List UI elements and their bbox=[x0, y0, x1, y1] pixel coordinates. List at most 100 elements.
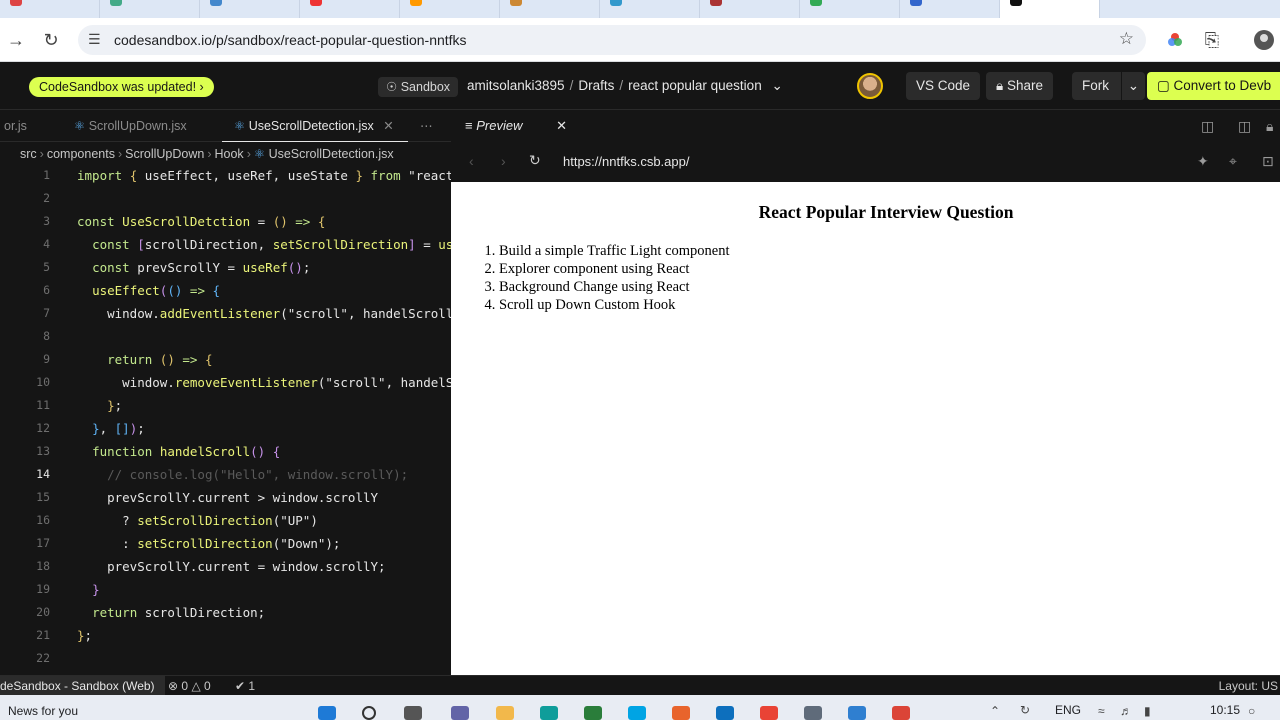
warning-count: 0 bbox=[204, 679, 211, 693]
problems-indicator[interactable]: ⊗ 0 △ 0 bbox=[168, 676, 211, 696]
os-taskbar: News for you ⌃ ↻ ENG ≈ ♬ ▮ 10:15 ○ bbox=[0, 695, 1280, 720]
list-item: Explorer component using React bbox=[499, 260, 730, 278]
windows-start-icon[interactable] bbox=[318, 706, 336, 720]
code-area[interactable]: 1 import { useEffect, useRef, useState } … bbox=[0, 164, 451, 669]
preview-url[interactable]: https://nntfks.csb.app/ bbox=[563, 154, 689, 169]
update-notice-button[interactable]: CodeSandbox was updated! › bbox=[29, 77, 214, 97]
color-wheel-icon[interactable] bbox=[1163, 28, 1187, 52]
browser-tab[interactable] bbox=[100, 0, 200, 18]
breadcrumb-segment[interactable]: src bbox=[20, 147, 37, 161]
preview-frame[interactable]: React Popular Interview Question Build a… bbox=[451, 182, 1280, 675]
site-settings-icon[interactable]: ☰ bbox=[88, 31, 101, 48]
fork-button[interactable]: Fork ⌄ bbox=[1072, 72, 1145, 100]
vscode-icon[interactable] bbox=[848, 706, 866, 720]
chevron-up-icon[interactable]: ⌃ bbox=[990, 704, 1000, 718]
more-tabs-icon[interactable]: ⋯ bbox=[420, 110, 444, 142]
breadcrumb-segment[interactable]: ScrollUpDown bbox=[125, 147, 204, 161]
magic-wand-icon[interactable]: ✦ bbox=[1197, 153, 1209, 170]
refresh-icon[interactable]: ↻ bbox=[1020, 703, 1030, 717]
convert-button[interactable]: ▢ Convert to Devb bbox=[1147, 72, 1280, 100]
language-indicator[interactable]: ENG bbox=[1055, 703, 1081, 717]
split-view-icon[interactable]: ◫ bbox=[1201, 118, 1214, 135]
browser-tab[interactable] bbox=[500, 0, 600, 18]
project-breadcrumb[interactable]: amitsolanki3895/Drafts / react popular que… bbox=[467, 78, 783, 94]
preview-tab[interactable]: ≡ Preview ✕ bbox=[465, 110, 567, 142]
breadcrumb-segment[interactable]: Hook bbox=[215, 147, 244, 161]
lock-icon[interactable]: 🔒︎ bbox=[1266, 118, 1273, 135]
browser-tab-active[interactable] bbox=[1000, 0, 1100, 18]
avatar[interactable] bbox=[857, 73, 883, 99]
extensions-icon[interactable]: ⎘ bbox=[1200, 28, 1224, 52]
breadcrumb-user[interactable]: amitsolanki3895 bbox=[467, 78, 565, 93]
chevron-right-icon: › bbox=[199, 80, 204, 94]
open-external-icon[interactable]: ⊡ bbox=[1262, 153, 1274, 170]
browser-tab[interactable] bbox=[0, 0, 100, 18]
notification-icon[interactable]: ○ bbox=[1248, 704, 1255, 718]
layout-icon[interactable]: ◫ bbox=[1238, 118, 1251, 135]
app-icon[interactable] bbox=[584, 706, 602, 720]
close-icon[interactable]: ✕ bbox=[526, 118, 567, 133]
code-line: 9 return () => { bbox=[43, 352, 213, 367]
bookmark-star-icon[interactable]: ☆ bbox=[1119, 29, 1134, 49]
crosshair-icon[interactable]: ⌖ bbox=[1229, 153, 1237, 170]
file-breadcrumb: src › components › ScrollUpDown › Hook › ⚛ UseSc… bbox=[20, 147, 394, 161]
close-icon[interactable]: ✕ bbox=[377, 119, 393, 133]
preview-tab-label: Preview bbox=[476, 118, 523, 133]
fork-button-label: Fork bbox=[1082, 78, 1109, 93]
settings-icon[interactable] bbox=[804, 706, 822, 720]
browser-tab[interactable] bbox=[200, 0, 300, 18]
back-icon[interactable]: ‹ bbox=[469, 153, 474, 169]
keyboard-layout[interactable]: Layout: US bbox=[1219, 676, 1278, 696]
volume-icon[interactable]: ♬ bbox=[1120, 704, 1132, 718]
vscode-button[interactable]: VS Code bbox=[906, 72, 981, 100]
address-bar[interactable]: ☰ codesandbox.io/p/sandbox/react-popular… bbox=[78, 25, 1146, 55]
browser-tab[interactable] bbox=[900, 0, 1000, 18]
search-icon[interactable] bbox=[362, 706, 376, 720]
forward-icon[interactable]: › bbox=[501, 153, 506, 169]
task-view-icon[interactable] bbox=[404, 706, 422, 720]
breadcrumb-segment[interactable]: UseScrollDetection.jsx bbox=[269, 147, 394, 161]
chevron-down-icon[interactable]: ⌄ bbox=[765, 78, 782, 93]
edge-icon[interactable] bbox=[540, 706, 558, 720]
code-line: 20 return scrollDirection; bbox=[36, 605, 266, 620]
breadcrumb-project[interactable]: react popular question bbox=[628, 78, 762, 93]
editor-tab-active[interactable]: ⚛ UseScrollDetection.jsx ✕ bbox=[222, 110, 408, 142]
editor-tab[interactable]: or.js bbox=[0, 110, 48, 142]
browser-tab[interactable] bbox=[300, 0, 400, 18]
browser-tab[interactable] bbox=[700, 0, 800, 18]
chrome-icon[interactable] bbox=[892, 706, 910, 720]
back-icon[interactable]: → bbox=[4, 28, 28, 52]
share-button-label: Share bbox=[1006, 78, 1043, 93]
file-explorer-icon[interactable] bbox=[496, 706, 514, 720]
skype-icon[interactable] bbox=[628, 706, 646, 720]
clock[interactable]: 10:15 bbox=[1210, 703, 1240, 717]
browser-tab[interactable] bbox=[800, 0, 900, 18]
app-icon[interactable] bbox=[760, 706, 778, 720]
status-sandbox-label[interactable]: deSandbox - Sandbox (Web) bbox=[0, 676, 165, 695]
code-line: 6 useEffect(() => { bbox=[43, 283, 221, 298]
reload-icon[interactable]: ↻ bbox=[39, 28, 63, 52]
chevron-down-icon[interactable]: ⌄ bbox=[1120, 72, 1139, 100]
app-icon[interactable] bbox=[672, 706, 690, 720]
news-widget[interactable]: News for you bbox=[8, 704, 78, 718]
profile-avatar[interactable] bbox=[1252, 28, 1276, 52]
port-icon: ✔ bbox=[235, 679, 246, 693]
editor-tab[interactable]: ⚛ ScrollUpDown.jsx bbox=[60, 110, 218, 142]
sandbox-badge-label: Sandbox bbox=[400, 80, 451, 94]
breadcrumb-folder[interactable]: Drafts bbox=[578, 78, 614, 93]
share-button[interactable]: 🔒︎ Share bbox=[986, 72, 1053, 100]
code-line: 19 } bbox=[36, 582, 100, 597]
browser-tab[interactable] bbox=[600, 0, 700, 18]
browser-tab[interactable] bbox=[400, 0, 500, 18]
teams-icon[interactable] bbox=[451, 706, 469, 720]
wifi-icon[interactable]: ≈ bbox=[1098, 704, 1105, 718]
battery-icon[interactable]: ▮ bbox=[1144, 704, 1151, 718]
browser-tab-strip bbox=[0, 0, 1280, 18]
app-icon[interactable] bbox=[716, 706, 734, 720]
preview-url-bar: ‹ › ↻ https://nntfks.csb.app/ ✦ ⌖ ⊡ bbox=[451, 142, 1280, 182]
breadcrumb-segment[interactable]: components bbox=[47, 147, 115, 161]
code-line: 18 prevScrollY.current = window.scrollY; bbox=[36, 559, 386, 574]
ports-indicator[interactable]: ✔ 1 bbox=[235, 676, 255, 696]
refresh-icon[interactable]: ↻ bbox=[529, 152, 541, 169]
sandbox-badge[interactable]: ☉ Sandbox bbox=[378, 77, 459, 97]
